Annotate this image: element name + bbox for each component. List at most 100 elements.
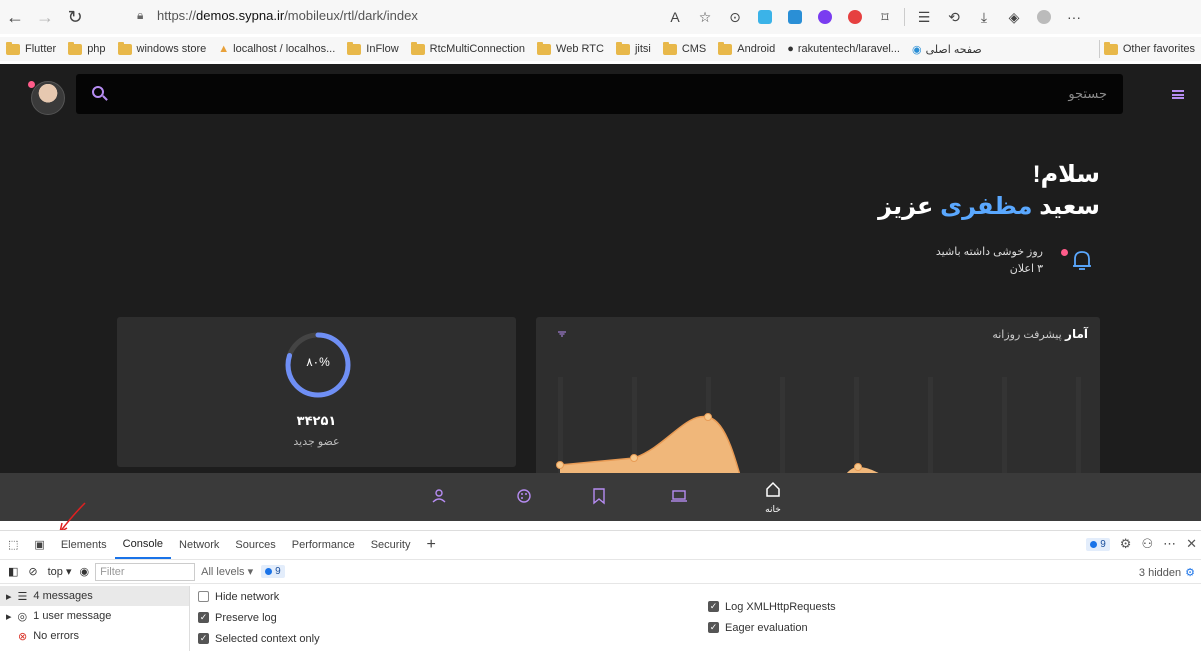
avatar[interactable]: [31, 81, 65, 115]
bookmark-home-page[interactable]: ◉ صفحه اصلی: [906, 38, 988, 60]
bookmark-label: windows store: [136, 43, 207, 55]
bookmark-flutter[interactable]: Flutter: [0, 38, 62, 60]
checkbox[interactable]: ✓: [708, 601, 719, 612]
download-icon[interactable]: ⤓: [969, 2, 999, 32]
customize-icon[interactable]: ⚇: [1141, 536, 1153, 552]
browser-extensions: A ☆ ⊙ ⌑ ☰ ⟲ ⤓ ◈ ···: [660, 0, 1089, 34]
split-screen-icon[interactable]: ⌑: [870, 2, 900, 32]
sidebar-messages[interactable]: ▸ ☰ 4 messages: [0, 586, 189, 606]
device-toolbar-icon[interactable]: ▣: [26, 531, 52, 559]
sidebar-user-messages[interactable]: ▸ ◎ 1 user message: [0, 606, 189, 626]
profile-icon[interactable]: [1029, 2, 1059, 32]
sidebar-toggle-icon[interactable]: ◧: [8, 565, 18, 578]
log-levels-select[interactable]: All levels ▾: [201, 565, 253, 578]
checkbox[interactable]: [198, 591, 209, 602]
folder-icon: [537, 41, 552, 55]
extension-1-icon[interactable]: ⊙: [720, 2, 750, 32]
option-preserve-log[interactable]: ✓ Preserve log: [198, 607, 698, 628]
extension-3-icon[interactable]: [780, 2, 810, 32]
tab-performance[interactable]: Performance: [284, 531, 363, 559]
option-hide-network[interactable]: Hide network: [198, 586, 698, 607]
close-devtools-icon[interactable]: ✕: [1186, 536, 1197, 552]
console-settings-icon[interactable]: ⚙: [1185, 566, 1195, 579]
other-favorites[interactable]: Other favorites: [1095, 37, 1195, 61]
more-icon[interactable]: ···: [1059, 2, 1089, 32]
add-tab-icon[interactable]: +: [418, 531, 443, 559]
bookmark-jitsi[interactable]: jitsi: [610, 38, 657, 60]
extension-4-icon[interactable]: [810, 2, 840, 32]
bookmark-windows-store[interactable]: windows store: [112, 38, 213, 60]
members-count: ۳۴۲۵۱: [296, 413, 337, 428]
profile-nav-icon[interactable]: [428, 485, 450, 507]
bookmark-rtcmulticonnection[interactable]: RtcMultiConnection: [405, 38, 531, 60]
extension-5-icon[interactable]: [840, 2, 870, 32]
option-selected-context[interactable]: ✓ Selected context only: [198, 628, 698, 649]
bookmark-inflow[interactable]: InFlow: [341, 38, 404, 60]
bookmark-web-rtc[interactable]: Web RTC: [531, 38, 610, 60]
context-select[interactable]: top ▾: [48, 565, 72, 578]
menu-icon[interactable]: [1172, 90, 1184, 99]
inspect-icon[interactable]: ⬚: [0, 531, 26, 559]
option-log-xhr[interactable]: ✓ Log XMLHttpRequests: [708, 596, 1108, 617]
sidebar-label: 4 messages: [33, 590, 93, 602]
console-issues-badge[interactable]: 9: [261, 565, 285, 578]
folder-icon: [347, 41, 362, 55]
refresh-button[interactable]: ↻: [60, 2, 90, 32]
history-icon[interactable]: ⟲: [939, 2, 969, 32]
forward-button[interactable]: →: [30, 2, 60, 32]
checkbox[interactable]: ✓: [708, 622, 719, 633]
log-levels-value: All levels: [201, 566, 245, 578]
other-favorites-label: Other favorites: [1122, 43, 1195, 55]
toolbar-separator: [904, 8, 905, 26]
sidebar-errors[interactable]: ⊗ No errors: [0, 626, 189, 646]
palette-nav-icon[interactable]: [513, 485, 535, 507]
user-icon: ◎: [17, 610, 28, 623]
read-aloud-icon[interactable]: A: [660, 2, 690, 32]
tab-elements[interactable]: Elements: [53, 531, 115, 559]
folder-icon: [662, 41, 677, 55]
bell-icon[interactable]: [1070, 248, 1094, 272]
clear-console-icon[interactable]: ⊘: [28, 565, 37, 578]
site-icon: ◉: [911, 43, 922, 56]
console-filter-input[interactable]: Filter: [95, 562, 196, 581]
console-settings-right: ✓ Log XMLHttpRequests ✓ Eager evaluation: [708, 596, 1108, 651]
issues-dot-icon: [265, 568, 273, 575]
extensions-puzzle-icon[interactable]: ◈: [999, 2, 1029, 32]
bookmark-github[interactable]: ● rakutentech/laravel...: [781, 38, 906, 60]
bookmark-nav-icon[interactable]: [588, 485, 610, 507]
more-options-icon[interactable]: ⋯: [1163, 536, 1176, 552]
address-bar[interactable]: 🔒︎ https://demos.sypna.ir/mobileux/rtl/d…: [137, 3, 642, 27]
checkbox[interactable]: ✓: [198, 612, 209, 623]
settings-icon[interactable]: ⚙: [1120, 536, 1132, 552]
chart-point: [556, 461, 564, 469]
greeting-suffix: عزیز: [878, 193, 934, 220]
folder-icon: [615, 41, 630, 55]
favorites-icon[interactable]: ☰: [909, 2, 939, 32]
bookmark-cms[interactable]: CMS: [657, 38, 712, 60]
tab-security[interactable]: Security: [363, 531, 419, 559]
search-bar[interactable]: جستجو: [76, 74, 1123, 114]
tab-sources[interactable]: Sources: [227, 531, 283, 559]
console-sidebar: ▸ ☰ 4 messages ▸ ◎ 1 user message ⊗ No errors: [0, 586, 190, 651]
bookmarks-separator: [1098, 40, 1100, 58]
live-expression-icon[interactable]: ◉: [80, 565, 90, 578]
notification-dot: [1061, 249, 1068, 256]
search-icon[interactable]: [92, 86, 104, 98]
extension-2-icon[interactable]: [750, 2, 780, 32]
option-eager-evaluation[interactable]: ✓ Eager evaluation: [708, 617, 1108, 638]
url-path: /mobileux/rtl/dark/index: [284, 7, 418, 23]
sidebar-label: 1 user message: [33, 610, 112, 622]
laptop-nav-icon[interactable]: [668, 485, 690, 507]
tab-network[interactable]: Network: [171, 531, 227, 559]
bookmark-android[interactable]: Android: [712, 38, 781, 60]
bookmark-php[interactable]: php: [62, 38, 111, 60]
checkbox[interactable]: ✓: [198, 633, 209, 644]
tab-console[interactable]: Console: [114, 531, 172, 559]
issues-badge[interactable]: 9: [1086, 537, 1110, 551]
bookmark-localhost[interactable]: ▲ localhost / localhos...: [212, 38, 341, 60]
notification-text: روز خوشی داشته باشید ۳ اعلان: [936, 244, 1043, 278]
home-nav-icon[interactable]: [762, 478, 784, 500]
favorite-star-icon[interactable]: ☆: [690, 2, 720, 32]
back-button[interactable]: ←: [0, 2, 30, 32]
progress-value: ۸۰%: [306, 355, 330, 369]
